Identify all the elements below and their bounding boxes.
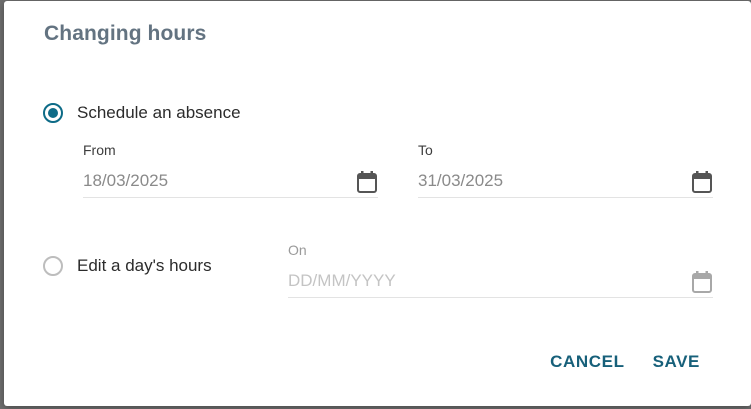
to-date-label: To <box>418 142 433 158</box>
edit-day-hours-radio[interactable] <box>43 256 63 276</box>
on-date-field: On <box>288 242 713 298</box>
to-date-input-wrap <box>418 165 713 198</box>
edit-day-hours-label: Edit a day's hours <box>77 256 212 275</box>
on-date-label: On <box>288 242 307 258</box>
from-date-input[interactable] <box>83 171 323 191</box>
schedule-absence-radio[interactable] <box>43 103 63 123</box>
calendar-icon[interactable] <box>691 270 713 294</box>
to-date-input[interactable] <box>418 171 658 191</box>
edit-day-hours-option[interactable]: Edit a day's hours <box>43 256 212 276</box>
dialog-title: Changing hours <box>44 22 207 45</box>
save-button[interactable]: SAVE <box>653 352 700 372</box>
schedule-absence-label: Schedule an absence <box>77 103 241 122</box>
on-date-input-wrap <box>288 265 713 298</box>
calendar-icon[interactable] <box>356 170 378 194</box>
from-date-label: From <box>83 142 116 158</box>
schedule-absence-option[interactable]: Schedule an absence <box>43 103 241 123</box>
cancel-button[interactable]: CANCEL <box>550 352 624 372</box>
from-date-field: From <box>83 142 378 198</box>
on-date-input[interactable] <box>288 271 528 291</box>
changing-hours-dialog: Changing hours Schedule an absence From … <box>4 1 751 406</box>
from-date-input-wrap <box>83 165 378 198</box>
to-date-field: To <box>418 142 713 198</box>
dialog-actions: CANCEL SAVE <box>550 352 700 372</box>
calendar-icon[interactable] <box>691 170 713 194</box>
